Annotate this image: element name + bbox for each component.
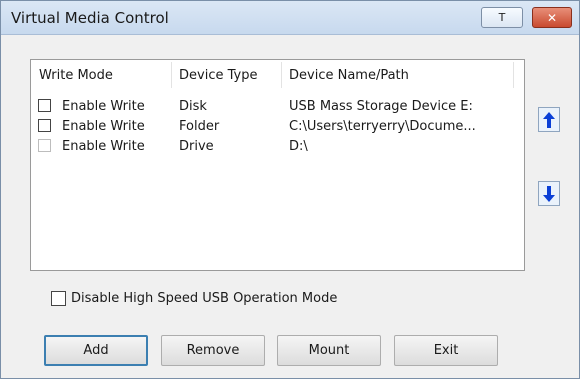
column-divider[interactable] <box>281 62 282 88</box>
close-icon: ✕ <box>546 10 558 25</box>
column-divider[interactable] <box>171 62 172 88</box>
exit-button[interactable]: Exit <box>394 335 498 366</box>
add-button[interactable]: Add <box>44 335 148 366</box>
enable-write-checkbox <box>38 139 51 152</box>
list-item[interactable]: Enable Write Disk USB Mass Storage Devic… <box>31 97 524 117</box>
column-divider[interactable] <box>513 62 514 88</box>
write-mode-label: Enable Write <box>62 139 145 154</box>
arrow-down-icon <box>543 185 555 202</box>
pin-button[interactable]: T <box>481 7 523 28</box>
enable-write-checkbox[interactable] <box>38 119 51 132</box>
move-down-button[interactable] <box>538 181 560 206</box>
title-bar[interactable]: Virtual Media Control T ✕ <box>1 1 579 35</box>
list-item[interactable]: Enable Write Drive D:\ <box>31 137 524 157</box>
mount-button[interactable]: Mount <box>277 335 381 366</box>
virtual-media-control-window: Virtual Media Control T ✕ Write Mode Dev… <box>0 0 580 379</box>
device-type: Folder <box>179 119 220 134</box>
close-button[interactable]: ✕ <box>532 7 572 28</box>
arrow-up-icon <box>543 111 555 128</box>
device-name: C:\Users\terryerry\Docume... <box>289 119 476 134</box>
window-title: Virtual Media Control <box>11 9 169 27</box>
disable-high-speed-label[interactable]: Disable High Speed USB Operation Mode <box>71 291 337 306</box>
remove-button[interactable]: Remove <box>161 335 265 366</box>
enable-write-checkbox[interactable] <box>38 99 51 112</box>
list-item[interactable]: Enable Write Folder C:\Users\terryerry\D… <box>31 117 524 137</box>
write-mode-label: Enable Write <box>62 119 145 134</box>
pin-icon: T <box>498 11 506 24</box>
column-header-write-mode[interactable]: Write Mode <box>39 68 113 83</box>
column-header-device-name[interactable]: Device Name/Path <box>289 68 409 83</box>
device-list[interactable]: Write Mode Device Type Device Name/Path … <box>30 59 525 271</box>
device-name: D:\ <box>289 139 308 154</box>
disable-high-speed-checkbox[interactable] <box>51 291 66 306</box>
device-name: USB Mass Storage Device E: <box>289 99 473 114</box>
column-header-device-type[interactable]: Device Type <box>179 68 257 83</box>
device-type: Disk <box>179 99 207 114</box>
move-up-button[interactable] <box>538 107 560 132</box>
write-mode-label: Enable Write <box>62 99 145 114</box>
device-type: Drive <box>179 139 214 154</box>
device-list-header: Write Mode Device Type Device Name/Path <box>31 60 524 90</box>
